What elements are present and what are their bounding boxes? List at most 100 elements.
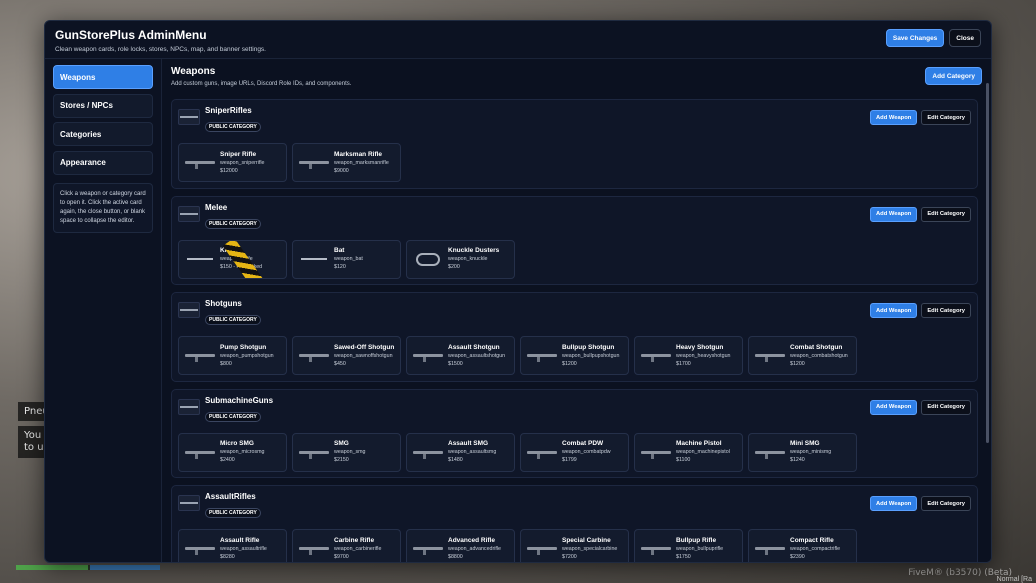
fivem-sub-label: Normal [Ra (996, 576, 1032, 583)
admin-menu-window: GunStorePlus AdminMenu Clean weapon card… (44, 20, 992, 563)
edit-category-button[interactable]: Edit Category (921, 110, 971, 125)
rifle-icon (298, 540, 330, 558)
weapon-card[interactable]: Bat weapon_bat $120 (292, 239, 401, 279)
weapon-card[interactable]: Sniper Rifle weapon_sniperrifle $12000 (178, 143, 287, 182)
weapon-card[interactable]: Mini SMG weapon_minismg $1240 (748, 432, 857, 472)
category-card[interactable]: Shotguns PUBLIC CATEGORY Add Weapon Edit… (171, 292, 978, 382)
weapon-price: $1100 (676, 457, 691, 464)
weapon-name: Combat Shotgun (790, 343, 843, 351)
sidebar-item-appearance[interactable]: Appearance (53, 150, 153, 175)
rifle-icon (298, 154, 330, 172)
weapon-card[interactable]: Combat Shotgun weapon_combatshotgun $120… (748, 336, 857, 376)
weapon-card[interactable]: Combat PDW weapon_combatpdw $1799 (520, 432, 629, 472)
add-weapon-button[interactable]: Add Weapon (869, 399, 918, 415)
category-card[interactable]: AssaultRifles PUBLIC CATEGORY Add Weapon… (171, 485, 978, 562)
edit-category-button[interactable]: Edit Category (921, 206, 971, 222)
weapon-card[interactable]: Knife weapon_knife $150 - role locked (178, 239, 287, 279)
weapon-id: weapon_pumpshotgun (220, 352, 274, 359)
add-category-button[interactable]: Add Category (925, 67, 982, 85)
add-weapon-button[interactable]: Add Weapon (869, 206, 918, 222)
weapon-name: Combat PDW (562, 440, 604, 448)
add-weapon-button[interactable]: Add Weapon (869, 496, 918, 512)
rifle-icon (412, 443, 444, 461)
weapon-id: weapon_assaultshotgun (448, 352, 506, 359)
scrollbar[interactable] (986, 83, 989, 443)
rifle-icon (640, 540, 672, 558)
window-title: GunStorePlus AdminMenu (55, 28, 207, 42)
weapon-card[interactable]: Compact Rifle weapon_compactrifle $2390 (748, 529, 857, 562)
sidebar-item-weapons[interactable]: Weapons (53, 65, 153, 89)
knife-icon (298, 250, 330, 268)
weapon-card[interactable]: Special Carbine weapon_specialcarbine $7… (520, 529, 629, 562)
weapon-name: Micro SMG (220, 440, 254, 448)
health-armor-bar (16, 565, 160, 570)
weapon-name: Assault SMG (448, 440, 489, 448)
sidebar-item-stores-npcs[interactable]: Stores / NPCs (53, 93, 153, 118)
weapon-price: $1200 (562, 360, 577, 367)
rifle-icon (754, 347, 786, 365)
weapon-name: Knuckle Dusters (448, 247, 500, 255)
category-card[interactable]: SniperRifles PUBLIC CATEGORY Add Weapon … (171, 99, 978, 189)
weapon-card[interactable]: Bullpup Shotgun weapon_bullpupshotgun $1… (520, 336, 629, 376)
category-card[interactable]: SubmachineGuns PUBLIC CATEGORY Add Weapo… (171, 388, 978, 479)
rifle-icon (298, 443, 330, 461)
weapon-card[interactable]: Carbine Rifle weapon_carbinerifle $9700 (292, 529, 401, 562)
add-weapon-button[interactable]: Add Weapon (869, 110, 918, 125)
public-category-badge: PUBLIC CATEGORY (205, 315, 261, 326)
weapon-price: $1480 (448, 457, 463, 464)
edit-category-button[interactable]: Edit Category (921, 303, 971, 319)
weapon-id: weapon_machinepistol (676, 449, 730, 456)
category-name: SniperRifles (205, 106, 252, 115)
health-fill (16, 565, 88, 570)
weapon-card[interactable]: Pump Shotgun weapon_pumpshotgun $800 (178, 336, 287, 376)
weapon-name: Sniper Rifle (220, 150, 257, 158)
weapon-id: weapon_microsmg (220, 449, 265, 456)
weapon-card[interactable]: SMG weapon_smg $2150 (292, 432, 401, 472)
weapon-price: $2150 (334, 457, 349, 464)
weapon-name: Assault Shotgun (448, 343, 500, 351)
sidebar: Weapons Stores / NPCs Categories Appeara… (45, 59, 159, 562)
weapon-name: Pump Shotgun (220, 343, 267, 351)
weapon-card[interactable]: Assault Shotgun weapon_assaultshotgun $1… (406, 336, 515, 376)
weapon-card[interactable]: Assault SMG weapon_assaultsmg $1480 (406, 432, 515, 472)
weapon-card[interactable]: Bullpup Rifle weapon_bullpuprifle $1750 (634, 529, 743, 562)
weapon-card[interactable]: Assault Rifle weapon_assaultrifle $8280 (178, 529, 287, 562)
weapon-id: weapon_smg (334, 449, 366, 456)
add-weapon-button[interactable]: Add Weapon (869, 303, 918, 319)
weapon-name: Bullpup Rifle (676, 536, 717, 544)
rifle-icon (640, 347, 672, 365)
weapon-card[interactable]: Marksman Rifle weapon_marksmanrifle $900… (292, 143, 401, 182)
weapons-panel: Weapons Add custom guns, image URLs, Dis… (161, 59, 991, 562)
rifle-icon (184, 154, 216, 172)
sidebar-item-categories[interactable]: Categories (53, 122, 153, 146)
weapon-name: Mini SMG (790, 440, 820, 448)
close-button[interactable]: Close (949, 29, 981, 47)
weapon-card[interactable]: Sawed-Off Shotgun weapon_sawnoffshotgun … (292, 336, 401, 376)
weapon-id: weapon_heavyshotgun (676, 352, 731, 359)
edit-category-button[interactable]: Edit Category (921, 399, 971, 415)
save-changes-button[interactable]: Save Changes (885, 29, 945, 47)
weapon-card[interactable]: Advanced Rifle weapon_advancedrifle $880… (406, 529, 515, 562)
category-gun-icon (178, 398, 200, 415)
window-subtitle: Clean weapon cards, role locks, stores, … (55, 46, 266, 53)
edit-category-button[interactable]: Edit Category (921, 496, 971, 512)
category-name: SubmachineGuns (205, 395, 274, 405)
weapon-id: weapon_assaultsmg (448, 449, 497, 456)
weapon-id: weapon_sniperrifle (220, 159, 265, 166)
public-category-badge: PUBLIC CATEGORY (205, 122, 261, 132)
weapon-id: weapon_sawnoffshotgun (334, 352, 393, 359)
weapon-name: SMG (334, 440, 349, 448)
sidebar-help-note: Click a weapon or category card to open … (53, 182, 153, 233)
weapon-price: $8800 (448, 553, 463, 560)
weapon-id: weapon_compactrifle (790, 545, 841, 552)
weapon-name: Heavy Shotgun (676, 343, 724, 351)
armor-fill (90, 565, 160, 570)
weapon-card[interactable]: Knuckle Dusters weapon_knuckle $200 (406, 239, 515, 279)
weapon-card[interactable]: Machine Pistol weapon_machinepistol $110… (634, 432, 743, 472)
weapon-id: weapon_marksmanrifle (334, 159, 389, 166)
weapon-id: weapon_assaultrifle (220, 545, 267, 552)
weapon-name: Carbine Rifle (334, 536, 375, 544)
weapon-card[interactable]: Heavy Shotgun weapon_heavyshotgun $1700 (634, 336, 743, 376)
category-card[interactable]: Melee PUBLIC CATEGORY Add Weapon Edit Ca… (171, 195, 978, 286)
weapon-card[interactable]: Micro SMG weapon_microsmg $2400 (178, 432, 287, 472)
